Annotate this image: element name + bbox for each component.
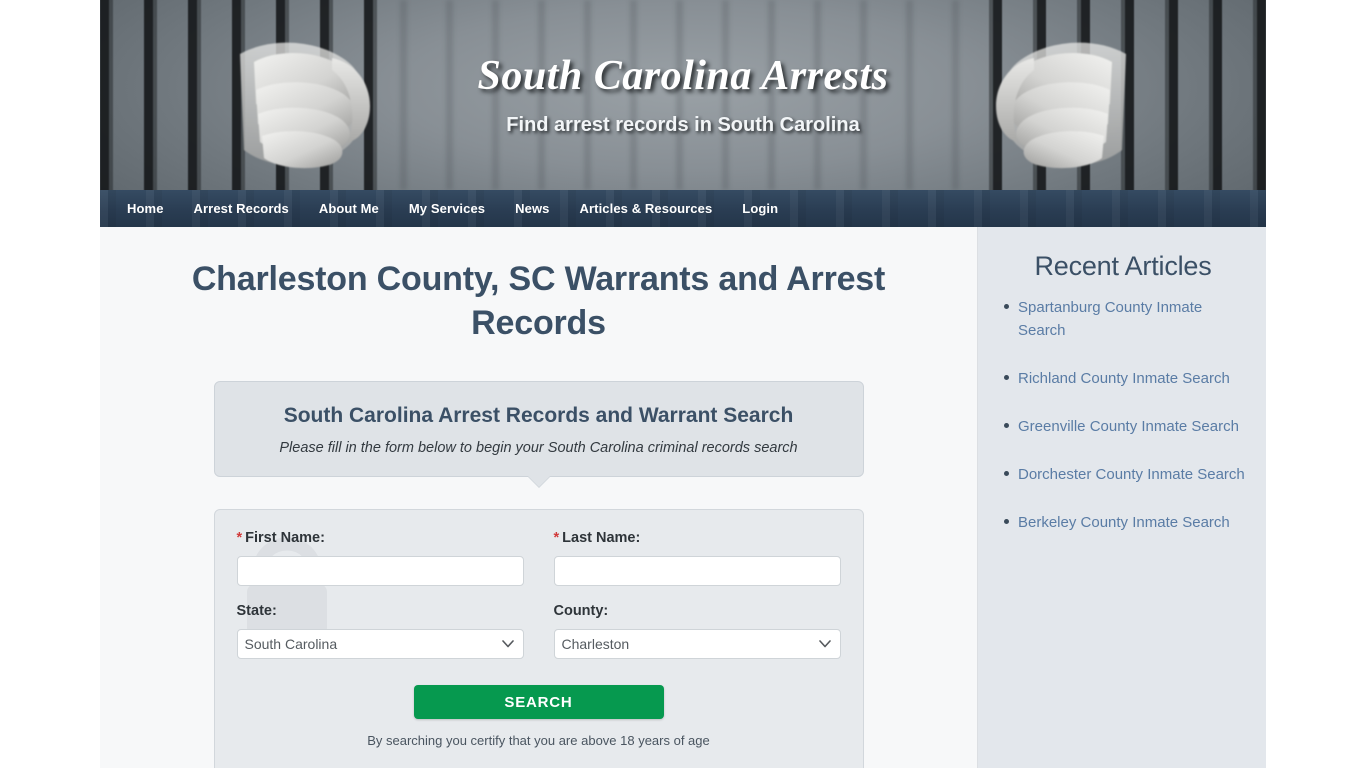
- location-fields-row: State: South Carolina County: Charleston: [236, 603, 841, 659]
- nav-item-home[interactable]: Home: [112, 190, 179, 227]
- county-field-group: County: Charleston: [553, 603, 841, 659]
- recent-articles-list: Spartanburg County Inmate Search Richlan…: [1000, 296, 1246, 534]
- header-title-block: South Carolina Arrests Find arrest recor…: [100, 52, 1266, 137]
- county-select[interactable]: Charleston: [553, 629, 841, 659]
- sidebar-article-link-greenville[interactable]: Greenville County Inmate Search: [1018, 418, 1239, 435]
- main-column: Charleston County, SC Warrants and Arres…: [100, 227, 977, 768]
- list-item: Spartanburg County Inmate Search: [1004, 296, 1246, 342]
- last-name-input[interactable]: [553, 556, 841, 586]
- list-item: Berkeley County Inmate Search: [1004, 511, 1246, 534]
- nav-item-articles-resources[interactable]: Articles & Resources: [565, 190, 728, 227]
- sidebar: Recent Articles Spartanburg County Inmat…: [977, 227, 1266, 768]
- county-select-shell: Charleston: [553, 629, 841, 659]
- name-fields-row: * First Name: * Last Name:: [236, 530, 841, 586]
- page-title: Charleston County, SC Warrants and Arres…: [191, 260, 886, 342]
- sidebar-article-link-dorchester[interactable]: Dorchester County Inmate Search: [1018, 466, 1245, 483]
- site-title: South Carolina Arrests: [477, 53, 889, 99]
- last-name-required-marker: *: [553, 530, 560, 546]
- sidebar-article-link-berkeley[interactable]: Berkeley County Inmate Search: [1018, 514, 1230, 531]
- list-item: Dorchester County Inmate Search: [1004, 463, 1246, 486]
- nav-item-my-services[interactable]: My Services: [394, 190, 500, 227]
- sidebar-article-link-spartanburg[interactable]: Spartanburg County Inmate Search: [1018, 299, 1202, 339]
- search-button-wrapper: SEARCH: [237, 685, 841, 719]
- nav-item-news[interactable]: News: [500, 190, 564, 227]
- state-select-shell: South Carolina: [236, 629, 524, 659]
- first-name-required-marker: *: [236, 530, 243, 546]
- site-tagline: Find arrest records in South Carolina: [506, 114, 860, 136]
- page-root: South Carolina Arrests Find arrest recor…: [0, 0, 1366, 768]
- nav-item-arrest-records[interactable]: Arrest Records: [179, 190, 304, 227]
- first-name-field-group: * First Name:: [236, 530, 524, 586]
- nav-item-login[interactable]: Login: [727, 190, 793, 227]
- list-item: Richland County Inmate Search: [1004, 367, 1246, 390]
- last-name-label: * Last Name:: [554, 530, 841, 546]
- callout-subtitle: Please fill in the form below to begin y…: [279, 440, 798, 456]
- content-wrapper: Charleston County, SC Warrants and Arres…: [100, 227, 1266, 768]
- main-navigation: Home Arrest Records About Me My Services…: [100, 190, 1266, 227]
- county-label: County:: [553, 603, 609, 619]
- state-field-group: State: South Carolina: [236, 603, 524, 659]
- callout-title: South Carolina Arrest Records and Warran…: [283, 404, 794, 427]
- site-header: South Carolina Arrests Find arrest recor…: [100, 0, 1266, 190]
- sidebar-article-link-richland[interactable]: Richland County Inmate Search: [1018, 370, 1230, 387]
- first-name-input[interactable]: [236, 556, 524, 586]
- state-label: State:: [236, 603, 277, 619]
- nav-item-about-me[interactable]: About Me: [304, 190, 394, 227]
- first-name-label: * First Name:: [237, 530, 524, 546]
- search-form-panel: * First Name: * Last Name: State: South Ca…: [213, 509, 864, 768]
- age-disclaimer-text: By searching you certify that you are ab…: [367, 733, 710, 748]
- sidebar-title: Recent Articles: [1034, 251, 1212, 281]
- state-select[interactable]: South Carolina: [236, 629, 524, 659]
- list-item: Greenville County Inmate Search: [1004, 415, 1246, 438]
- last-name-label-text: Last Name:: [562, 530, 641, 546]
- search-button[interactable]: SEARCH: [413, 685, 664, 719]
- last-name-field-group: * Last Name:: [553, 530, 841, 586]
- search-callout-box: South Carolina Arrest Records and Warran…: [213, 381, 864, 487]
- first-name-label-text: First Name:: [245, 530, 325, 546]
- callout-tail-arrow-icon: [527, 476, 550, 487]
